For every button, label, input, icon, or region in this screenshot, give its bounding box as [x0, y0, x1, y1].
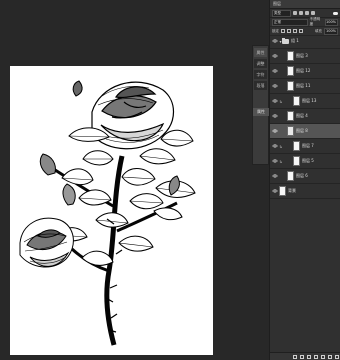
lock-image-icon[interactable] — [287, 29, 291, 33]
blend-mode-select[interactable]: 正常 — [272, 18, 308, 26]
layer-list: ▾ 组 1 图层 3 图层 12 图层 11 ↳ 图层 13 图层 4 图层 8… — [270, 34, 340, 352]
document-canvas[interactable] — [10, 66, 213, 355]
new-layer-icon[interactable] — [328, 354, 332, 359]
lock-transparent-icon[interactable] — [281, 29, 285, 33]
visibility-eye-icon[interactable] — [272, 173, 278, 179]
blend-options-row: 正常 不透明度 100% — [270, 17, 340, 27]
layer-thumbnail — [287, 66, 294, 76]
layer-thumbnail — [287, 81, 294, 91]
layer-row-11[interactable]: 图层 11 — [270, 79, 340, 94]
layer-row-7[interactable]: ↳ 图层 7 — [270, 139, 340, 154]
visibility-eye-icon[interactable] — [272, 38, 278, 44]
visibility-eye-icon[interactable] — [272, 113, 278, 119]
layer-name: 图层 12 — [296, 68, 311, 73]
layer-row-8[interactable]: 图层 8 — [270, 124, 340, 139]
layer-thumbnail — [293, 141, 300, 151]
visibility-eye-icon[interactable] — [272, 143, 278, 149]
layer-thumbnail — [287, 171, 294, 181]
layer-thumbnail — [287, 111, 294, 121]
layer-name: 图层 4 — [296, 113, 308, 118]
layer-row-12[interactable]: 图层 12 — [270, 64, 340, 79]
filter-toggle[interactable] — [333, 11, 338, 15]
tool-tab-character[interactable]: 字符 — [254, 70, 267, 79]
shape-filter-icon[interactable] — [311, 11, 315, 15]
layer-name: 图层 3 — [296, 53, 308, 58]
mask-icon[interactable] — [307, 354, 311, 359]
opacity-label: 不透明度 — [309, 17, 321, 26]
link-layers-icon[interactable] — [293, 354, 297, 359]
properties-mini-tab[interactable]: 属性 — [253, 108, 269, 116]
visibility-eye-icon[interactable] — [272, 98, 278, 104]
text-filter-icon[interactable] — [305, 11, 309, 15]
layer-row-6[interactable]: 图层 6 — [270, 169, 340, 184]
new-group-icon[interactable] — [321, 354, 325, 359]
clip-arrow-icon: ↳ — [279, 98, 283, 104]
layer-name: 图层 6 — [296, 173, 308, 178]
layer-name: 背景 — [288, 188, 296, 193]
layer-row-3[interactable]: 图层 3 — [270, 49, 340, 64]
layers-panel-title[interactable]: 图层 — [270, 0, 340, 9]
pixel-filter-icon[interactable] — [293, 11, 297, 15]
visibility-eye-icon[interactable] — [272, 128, 278, 134]
layer-thumbnail — [279, 186, 286, 196]
layer-name: 图层 8 — [296, 128, 308, 133]
tool-tab-properties[interactable]: 属性 — [254, 48, 267, 57]
lock-position-icon[interactable] — [293, 29, 297, 33]
layers-panel: 图层 类型 正常 不透明度 100% 锁定 填充 100% ▾ 组 1 图层 3… — [269, 0, 340, 360]
layer-name: 图层 11 — [296, 83, 311, 88]
lock-buttons — [281, 29, 303, 33]
layer-thumbnail — [287, 51, 294, 61]
layer-row-13[interactable]: ↳ 图层 13 — [270, 94, 340, 109]
visibility-eye-icon[interactable] — [272, 53, 278, 59]
layer-row-background[interactable]: 背景 — [270, 184, 340, 199]
layer-row-5[interactable]: ↳ 图层 5 — [270, 154, 340, 169]
layer-name: 图层 13 — [302, 98, 317, 103]
document-workspace — [0, 0, 253, 360]
layer-filter-icons — [293, 11, 315, 15]
adjustment-layer-icon[interactable] — [314, 354, 318, 359]
tool-tab-paragraph[interactable]: 段落 — [254, 81, 267, 90]
clip-arrow-icon: ↳ — [279, 158, 283, 164]
folder-icon — [282, 37, 289, 44]
layer-name: 组 1 — [291, 38, 299, 43]
layer-style-icon[interactable] — [300, 354, 304, 359]
lock-all-icon[interactable] — [299, 29, 303, 33]
layer-name: 图层 7 — [302, 143, 314, 148]
adjustment-filter-icon[interactable] — [299, 11, 303, 15]
tool-tab-adjustments[interactable]: 调整 — [254, 59, 267, 68]
layer-name: 图层 5 — [302, 158, 314, 163]
layer-thumbnail — [293, 96, 300, 106]
clip-arrow-icon: ↳ — [279, 143, 283, 149]
visibility-eye-icon[interactable] — [272, 188, 278, 194]
lock-label: 锁定 — [272, 28, 279, 33]
fill-label: 填充 — [315, 28, 322, 33]
properties-tool-strip: 属性 调整 字符 段落 — [252, 45, 269, 165]
rose-illustration — [10, 66, 213, 355]
layer-row-group-1[interactable]: ▾ 组 1 — [270, 34, 340, 49]
visibility-eye-icon[interactable] — [272, 158, 278, 164]
layers-footer — [270, 352, 340, 360]
visibility-eye-icon[interactable] — [272, 83, 278, 89]
delete-layer-icon[interactable] — [335, 354, 339, 359]
visibility-eye-icon[interactable] — [272, 68, 278, 74]
opacity-field[interactable]: 100% — [324, 18, 338, 26]
layer-filter-row: 类型 — [270, 9, 340, 18]
layer-thumbnail — [293, 156, 300, 166]
layer-thumbnail — [287, 126, 294, 136]
layer-row-4[interactable]: 图层 4 — [270, 109, 340, 124]
layer-filter-select[interactable]: 类型 — [272, 9, 291, 17]
